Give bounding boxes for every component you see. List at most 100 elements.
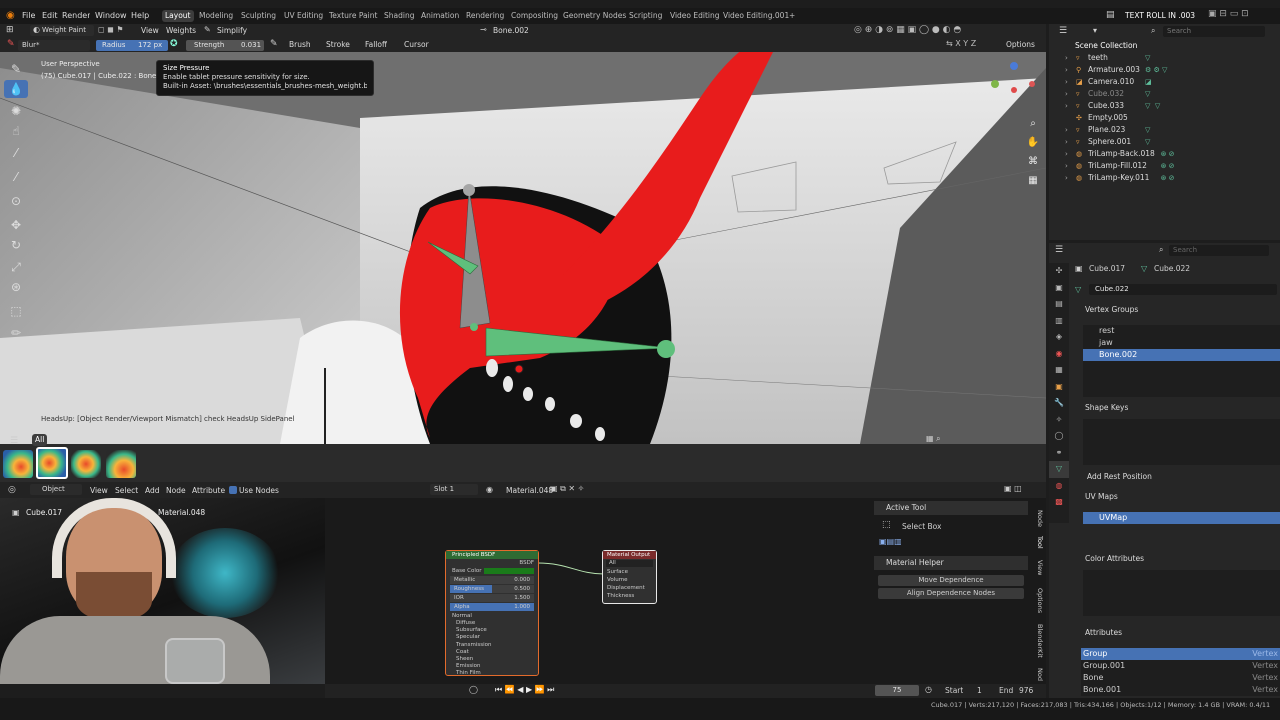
vgroup-jaw[interactable]: jaw — [1083, 337, 1280, 349]
tab-tool[interactable]: Tool — [1036, 536, 1044, 549]
end-value[interactable]: 976 — [1019, 686, 1033, 695]
collection-tab-icon[interactable]: ▦ — [1049, 362, 1069, 379]
pan-hand-icon[interactable]: ✋ — [1026, 133, 1040, 152]
constraints-tab-icon[interactable]: ⚭ — [1049, 445, 1069, 462]
falloff-menu[interactable]: Falloff — [365, 40, 387, 49]
modifier-tab-icon[interactable]: 🔧 — [1049, 395, 1069, 412]
object-dropdown[interactable]: Object — [30, 484, 82, 495]
outliner-type-icon[interactable]: ☰ — [1059, 26, 1067, 36]
tab-shading[interactable]: Shading — [381, 10, 417, 22]
brush-thumb-2[interactable] — [36, 447, 68, 479]
scene-icon[interactable]: ▤ — [1106, 10, 1115, 20]
vgroup-rest[interactable]: rest — [1083, 325, 1280, 337]
uv-maps-header[interactable]: UV Maps — [1075, 490, 1280, 504]
panel-thin-film[interactable]: Thin Film — [456, 670, 538, 677]
outliner-filter-icon[interactable]: ▾ — [1093, 26, 1097, 35]
material-actions-icon[interactable]: ▣ ⧉ ✕ ✧ — [550, 484, 584, 494]
viewport-shading-icon[interactable]: ◎ ⊕ ◑ ⊚ ▦ ▣ ◯ ● ◐ ◓ — [854, 25, 961, 35]
current-frame-field[interactable]: 75 — [875, 685, 919, 696]
outliner-item-trilamp-fill[interactable]: TriLamp-Fill.012 — [1088, 160, 1147, 172]
brush-thumb-1[interactable] — [3, 450, 33, 478]
brush-menu[interactable]: Brush — [289, 40, 311, 49]
playback-controls-icon[interactable]: ⏮ ⏪ ◀ ▶ ⏩ ⏭ — [495, 685, 554, 695]
outliner-item-cube033[interactable]: Cube.033 — [1088, 100, 1124, 112]
use-nodes-checkbox[interactable] — [229, 486, 237, 494]
outliner-item-sphere[interactable]: Sphere.001 — [1088, 136, 1131, 148]
tab-texture-paint[interactable]: Texture Paint — [326, 10, 380, 22]
roughness-row[interactable]: Roughness 0.500 — [450, 585, 534, 593]
panel-specular[interactable]: Specular — [456, 634, 538, 641]
output-target[interactable]: All — [606, 560, 653, 567]
tab-node[interactable]: Node — [1036, 510, 1044, 527]
active-bone[interactable]: Bone.002 — [493, 26, 529, 35]
move-tool-icon[interactable]: ✥ — [4, 216, 28, 234]
material-name[interactable]: Material.048 — [506, 486, 553, 495]
node-select-menu[interactable]: Select — [115, 486, 138, 495]
overlay-icon[interactable]: ▣ ◫ — [1004, 484, 1022, 493]
panel-transmission[interactable]: Transmission — [456, 642, 538, 649]
vgroup-bone002[interactable]: Bone.002 — [1083, 349, 1280, 361]
zoom-icon[interactable]: ⌕ — [1026, 114, 1040, 133]
menu-edit[interactable]: Edit — [42, 11, 58, 20]
outliner-item-empty[interactable]: Empty.005 — [1088, 112, 1128, 124]
weights-menu[interactable]: Weights — [166, 26, 196, 35]
outliner-search-input[interactable]: Search — [1163, 26, 1265, 37]
brush-thumb-4[interactable] — [106, 450, 136, 478]
blur-tool-icon[interactable]: 💧 — [4, 80, 28, 98]
panel-emission[interactable]: Emission — [456, 663, 538, 670]
alpha-row[interactable]: Alpha 1.000 — [450, 603, 534, 611]
render-tab-icon[interactable]: ▣ — [1049, 280, 1069, 297]
node-add-menu[interactable]: Add — [145, 486, 160, 495]
viewport-search-icon[interactable]: ▦ ⌕ — [926, 434, 941, 444]
start-value[interactable]: 1 — [977, 686, 982, 695]
draw-tool-icon[interactable]: ✎ — [4, 60, 28, 78]
transform-tool-icon[interactable]: ⊛ — [4, 278, 28, 296]
texture-tab-icon[interactable]: ▩ — [1049, 494, 1069, 511]
tab-view[interactable]: View — [1036, 560, 1044, 575]
cursor-menu[interactable]: Cursor — [404, 40, 429, 49]
cursor-tool-icon[interactable]: ⊙ — [4, 192, 28, 210]
tab-options[interactable]: Options — [1036, 588, 1044, 613]
options-menu[interactable]: Options — [1006, 40, 1035, 49]
object-tab-icon[interactable]: ▣ — [1049, 379, 1069, 396]
menu-file[interactable]: File — [22, 11, 35, 20]
move-dependence-button[interactable]: Move Dependence — [878, 575, 1024, 586]
average-tool-icon[interactable]: ✺ — [4, 102, 28, 120]
editor-type-icon[interactable]: ⊞ — [6, 25, 14, 35]
attr-group[interactable]: Group Vertex — [1081, 648, 1280, 660]
outliner-item-armature[interactable]: Armature.003 — [1088, 64, 1140, 76]
add-rest-position-header[interactable]: Add Rest Position — [1075, 470, 1280, 484]
shape-keys-header[interactable]: Shape Keys — [1075, 401, 1280, 415]
panel-sheen[interactable]: Sheen — [456, 656, 538, 663]
tab-compositing[interactable]: Compositing — [508, 10, 561, 22]
material-helper-header[interactable]: Material Helper — [874, 556, 1028, 570]
scale-tool-icon[interactable]: ⤢ — [4, 258, 28, 276]
principled-bsdf-node[interactable]: Principled BSDF BSDF Base Color Metallic… — [445, 550, 539, 676]
panel-diffuse[interactable]: Diffuse — [456, 620, 538, 627]
strength-field[interactable]: Strength 0.031 — [186, 40, 264, 51]
menu-help[interactable]: Help — [131, 11, 149, 20]
tab-modeling[interactable]: Modeling — [196, 10, 236, 22]
rotate-tool-icon[interactable]: ↻ — [4, 236, 28, 254]
grid-toggle-icon[interactable]: ▦ — [1026, 171, 1040, 190]
node-editor[interactable]: ▣ Cube.017 Material.048 Principled BSDF … — [0, 498, 1046, 684]
select-mode-icons[interactable]: ▣▤▥ — [879, 537, 902, 546]
attr-group001[interactable]: Group.001 Vertex — [1081, 660, 1280, 672]
mask-toggles-icon[interactable]: ◻ ◼ ⚑ — [98, 25, 124, 34]
tab-video-editing-001[interactable]: Video Editing.001 — [720, 10, 792, 22]
panel-coat[interactable]: Coat — [456, 649, 538, 656]
panel-subsurface[interactable]: Subsurface — [456, 627, 538, 634]
outliner-item-teeth[interactable]: teeth — [1088, 52, 1108, 64]
select-box-tool-icon[interactable]: ⬚ — [4, 302, 28, 320]
tab-blenderkit[interactable]: BlenderKit — [1036, 624, 1044, 658]
material-tab-icon[interactable]: ◍ — [1049, 478, 1069, 495]
radius-field[interactable]: Radius 172 px — [96, 40, 168, 51]
tab-video-editing[interactable]: Video Editing — [667, 10, 723, 22]
add-workspace-button[interactable]: + — [786, 10, 798, 22]
tab-animation[interactable]: Animation — [418, 10, 462, 22]
attributes-header[interactable]: Attributes — [1075, 626, 1280, 640]
strength-pressure-icon[interactable]: ✎ — [270, 39, 278, 49]
outliner-item-plane[interactable]: Plane.023 — [1088, 124, 1125, 136]
sample-weight-tool-icon[interactable]: ⁄ — [4, 144, 28, 162]
tab-rendering[interactable]: Rendering — [463, 10, 507, 22]
